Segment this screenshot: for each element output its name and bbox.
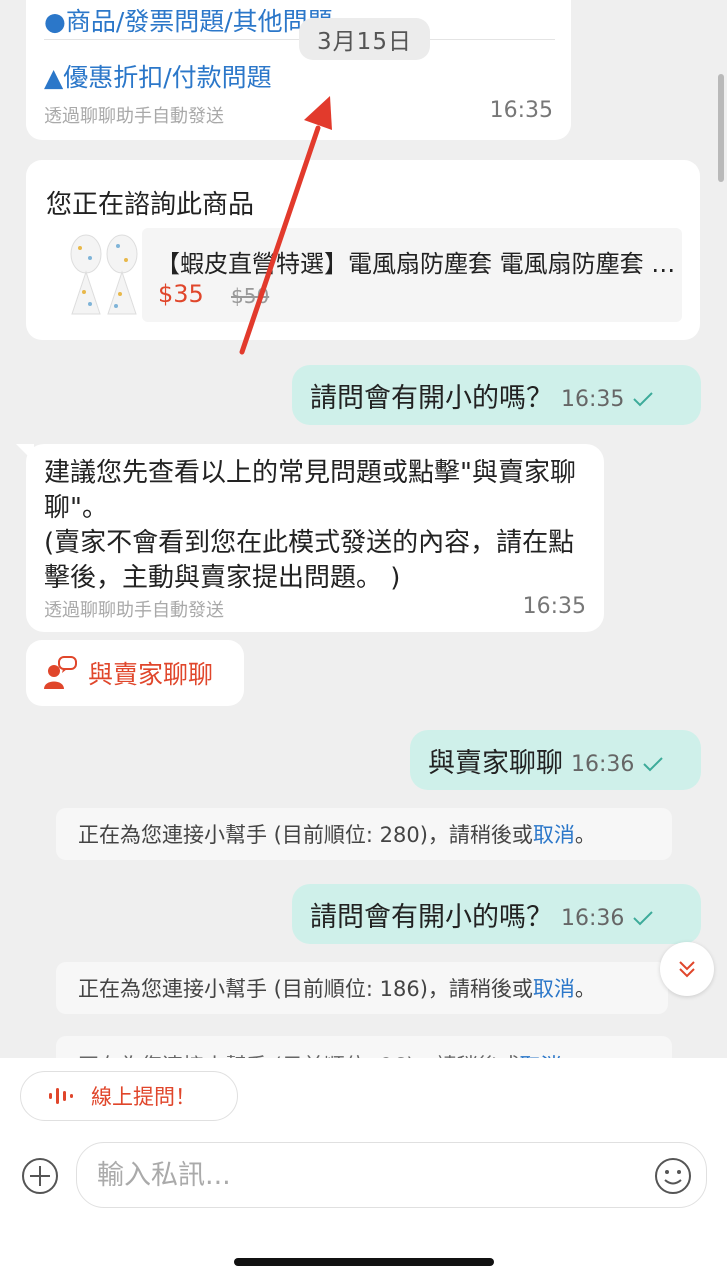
auto-sent-note: 透過聊聊助手自動發送 <box>44 106 224 127</box>
date-chip: 3月15日 <box>299 18 430 60</box>
check-icon <box>643 757 664 772</box>
system-message-suffix: 。 <box>562 1050 583 1058</box>
message-text: 建議您先查看以上的常見問題或點擊"與賣家聊聊"。 (賣家不會看到您在此模式發送的… <box>44 458 576 593</box>
ask-online-label: 線上提問！ <box>91 1085 196 1109</box>
plus-circle-icon[interactable] <box>20 1156 60 1196</box>
message-time: 16:35 <box>489 98 553 123</box>
faq-link-other[interactable]: ●商品/發票問題/其他問題 <box>44 2 333 38</box>
message-text: 請問會有開小的嗎？ <box>310 382 553 414</box>
home-indicator <box>234 1258 494 1266</box>
message-text: 與賣家聊聊 <box>428 747 563 779</box>
system-message-text: 正在為您連接小幫手 (目前順位: 96)，請稍後或 <box>78 1050 520 1058</box>
system-message-suffix: 。 <box>574 977 596 1001</box>
message-time: 16:36 <box>561 905 625 931</box>
product-title: 【蝦皮直營特選】電風扇防塵套 電風扇防塵套 電風扇罩 <box>156 250 676 278</box>
faq-card: ●商品/發票問題/其他問題 ▲優惠折扣/付款問題 透過聊聊助手自動發送 16:3… <box>26 0 571 140</box>
scroll-to-bottom-button[interactable] <box>660 942 714 996</box>
system-message-suffix: 。 <box>574 823 596 847</box>
system-message: 正在為您連接小幫手 (目前順位: 96)，請稍後或取消。 <box>56 1036 672 1058</box>
message-time: 16:35 <box>522 594 586 619</box>
chevron-double-down-icon <box>679 961 695 978</box>
scrollbar[interactable] <box>718 74 724 182</box>
sound-wave-icon <box>49 1088 73 1104</box>
message-time: 16:35 <box>561 386 625 412</box>
ask-online-button[interactable]: 線上提問！ <box>20 1071 238 1121</box>
check-icon <box>633 392 654 407</box>
auto-sent-note: 透過聊聊助手自動發送 <box>44 600 224 621</box>
bubble-tail <box>16 444 34 462</box>
system-message-text: 正在為您連接小幫手 (目前順位: 280)，請稍後或 <box>78 823 533 847</box>
composer-area: 線上提問！ <box>0 1058 727 1280</box>
system-message-text: 正在為您連接小幫手 (目前順位: 186)，請稍後或 <box>78 977 533 1001</box>
outgoing-message[interactable]: 與賣家聊聊 16:36 <box>410 730 701 790</box>
product-original-price: $50 <box>231 284 270 308</box>
incoming-message[interactable]: 建議您先查看以上的常見問題或點擊"與賣家聊聊"。 (賣家不會看到您在此模式發送的… <box>16 444 604 632</box>
smiley-icon[interactable] <box>653 1156 693 1196</box>
cancel-link[interactable]: 取消 <box>520 1050 562 1058</box>
message-input[interactable] <box>97 1155 637 1195</box>
outgoing-message[interactable]: 請問會有開小的嗎？ 16:35 <box>292 365 701 425</box>
chat-with-seller-label: 與賣家聊聊 <box>88 660 214 689</box>
product-price: $35 <box>158 280 204 308</box>
product-card[interactable]: 您正在諮詢此商品 【蝦皮直營特選】電風扇防塵套 電風扇防塵套 電風扇罩 $35 … <box>26 160 700 340</box>
product-info[interactable]: 【蝦皮直營特選】電風扇防塵套 電風扇防塵套 電風扇罩 $35 $50 <box>142 228 682 322</box>
cancel-link[interactable]: 取消 <box>533 973 575 1003</box>
system-message: 正在為您連接小幫手 (目前順位: 280)，請稍後或 取消。 <box>56 808 672 860</box>
cancel-link[interactable]: 取消 <box>533 819 575 849</box>
chat-area[interactable]: ●商品/發票問題/其他問題 ▲優惠折扣/付款問題 透過聊聊助手自動發送 16:3… <box>0 0 727 1058</box>
product-thumbnail[interactable] <box>60 232 150 322</box>
message-time: 16:36 <box>571 751 635 777</box>
product-card-heading: 您正在諮詢此商品 <box>46 190 255 220</box>
system-message: 正在為您連接小幫手 (目前順位: 186)，請稍後或 取消。 <box>56 962 668 1014</box>
faq-link-discount-payment[interactable]: ▲優惠折扣/付款問題 <box>44 58 272 94</box>
message-text: 請問會有開小的嗎？ <box>310 901 553 933</box>
check-icon <box>633 911 654 926</box>
message-input-box[interactable] <box>76 1142 707 1208</box>
chat-person-icon <box>44 656 77 689</box>
chat-with-seller-button[interactable]: 與賣家聊聊 <box>26 640 244 706</box>
outgoing-message[interactable]: 請問會有開小的嗎？ 16:36 <box>292 884 701 944</box>
